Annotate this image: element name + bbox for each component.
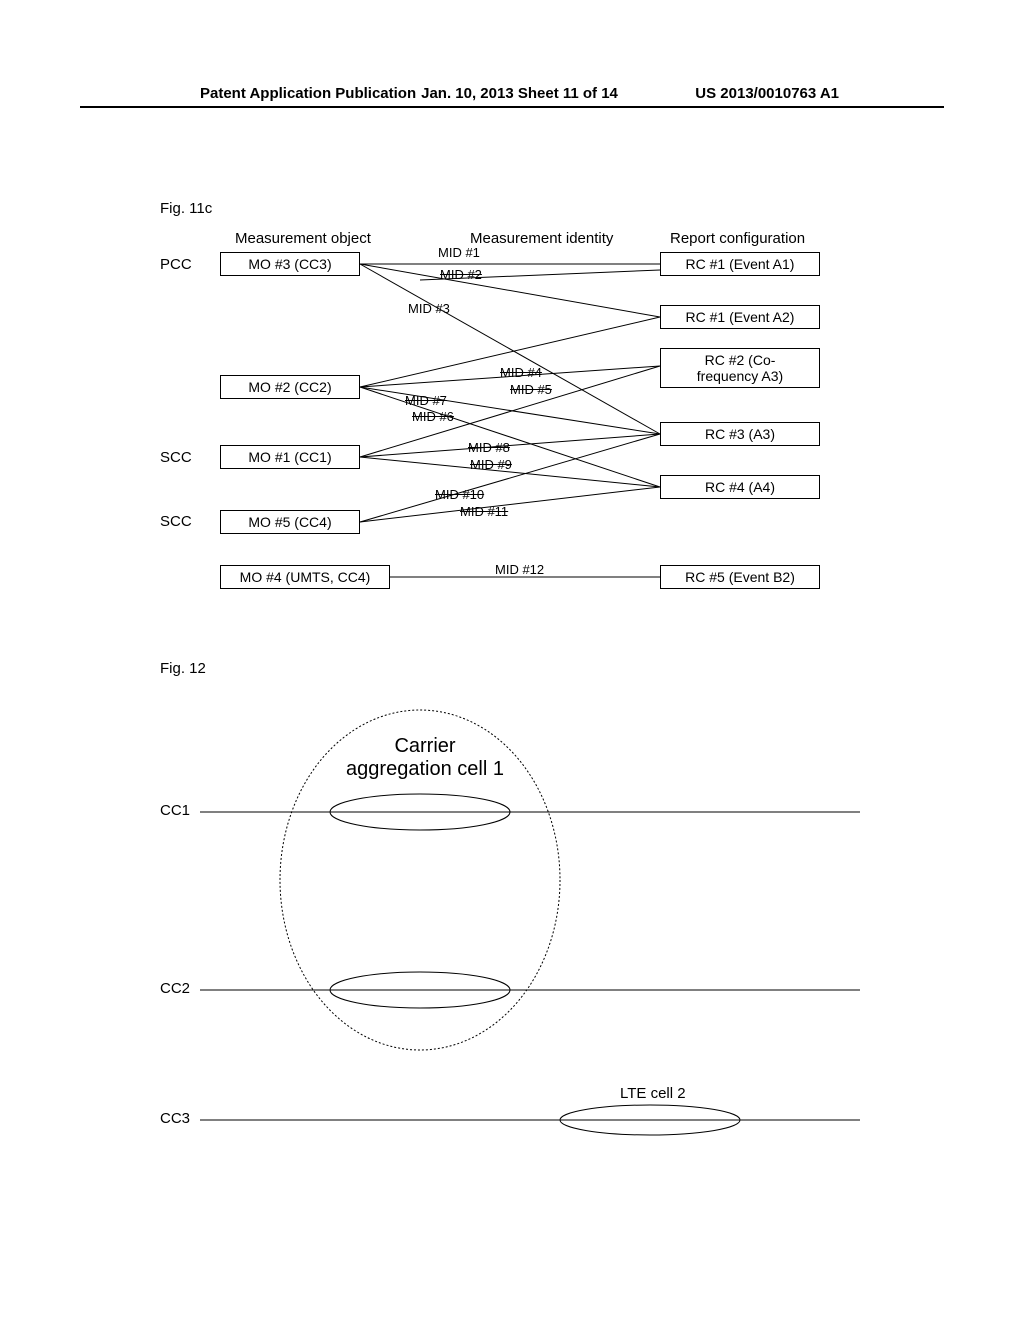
- carrier-agg-title: Carrier aggregation cell 1: [345, 735, 505, 781]
- col-head-mid: Measurement identity: [470, 230, 613, 247]
- figure-11c: Measurement object Measurement identity …: [160, 230, 880, 620]
- rc-2-box: RC #2 (Co- frequency A3): [660, 348, 820, 388]
- rc-4-box: RC #4 (A4): [660, 475, 820, 499]
- carrier-agg-l1: Carrier: [345, 735, 505, 758]
- mo-3-box: MO #3 (CC3): [220, 252, 360, 276]
- fig-11c-label: Fig. 11c: [160, 200, 212, 217]
- mid-3: MID #3: [408, 301, 450, 316]
- header-mid: Jan. 10, 2013 Sheet 11 of 14: [421, 85, 618, 102]
- rc-1a2-box: RC #1 (Event A2): [660, 305, 820, 329]
- mid-1: MID #1: [438, 245, 480, 260]
- mid-9: MID #9: [470, 457, 512, 472]
- rc-2-line1: RC #2 (Co-: [667, 352, 813, 368]
- label-lte-cell-2: LTE cell 2: [620, 1085, 686, 1102]
- label-cc3: CC3: [160, 1110, 190, 1127]
- mid-10: MID #10: [435, 487, 484, 502]
- label-cc1: CC1: [160, 802, 190, 819]
- fig12-svg: [160, 700, 880, 1150]
- side-scc2: SCC: [160, 513, 192, 530]
- mid-5: MID #5: [510, 382, 552, 397]
- rc-1a1-box: RC #1 (Event A1): [660, 252, 820, 276]
- figure-12: Carrier aggregation cell 1 CC1 CC2 CC3 L…: [160, 700, 880, 1150]
- col-head-mo: Measurement object: [235, 230, 371, 247]
- mo-4-box: MO #4 (UMTS, CC4): [220, 565, 390, 589]
- mid-6: MID #6: [412, 409, 454, 424]
- side-scc1: SCC: [160, 449, 192, 466]
- mid-11: MID #11: [460, 504, 508, 519]
- mid-8: MID #8: [468, 440, 510, 455]
- page-header: Patent Application Publication Jan. 10, …: [80, 85, 944, 108]
- label-cc2: CC2: [160, 980, 190, 997]
- mo-2-box: MO #2 (CC2): [220, 375, 360, 399]
- mid-7: MID #7: [405, 393, 447, 408]
- col-head-rc: Report configuration: [670, 230, 805, 247]
- header-left: Patent Application Publication: [200, 85, 421, 102]
- mo-1-box: MO #1 (CC1): [220, 445, 360, 469]
- side-pcc: PCC: [160, 256, 192, 273]
- mo-5-box: MO #5 (CC4): [220, 510, 360, 534]
- rc-5-box: RC #5 (Event B2): [660, 565, 820, 589]
- mid-2: MID #2: [440, 267, 482, 282]
- mid-4: MID #4: [500, 365, 542, 380]
- rc-3-box: RC #3 (A3): [660, 422, 820, 446]
- mid-12: MID #12: [495, 562, 544, 577]
- fig-12-label: Fig. 12: [160, 660, 206, 677]
- rc-2-line2: frequency A3): [667, 368, 813, 384]
- carrier-agg-l2: aggregation cell 1: [345, 758, 505, 781]
- header-right: US 2013/0010763 A1: [618, 85, 839, 102]
